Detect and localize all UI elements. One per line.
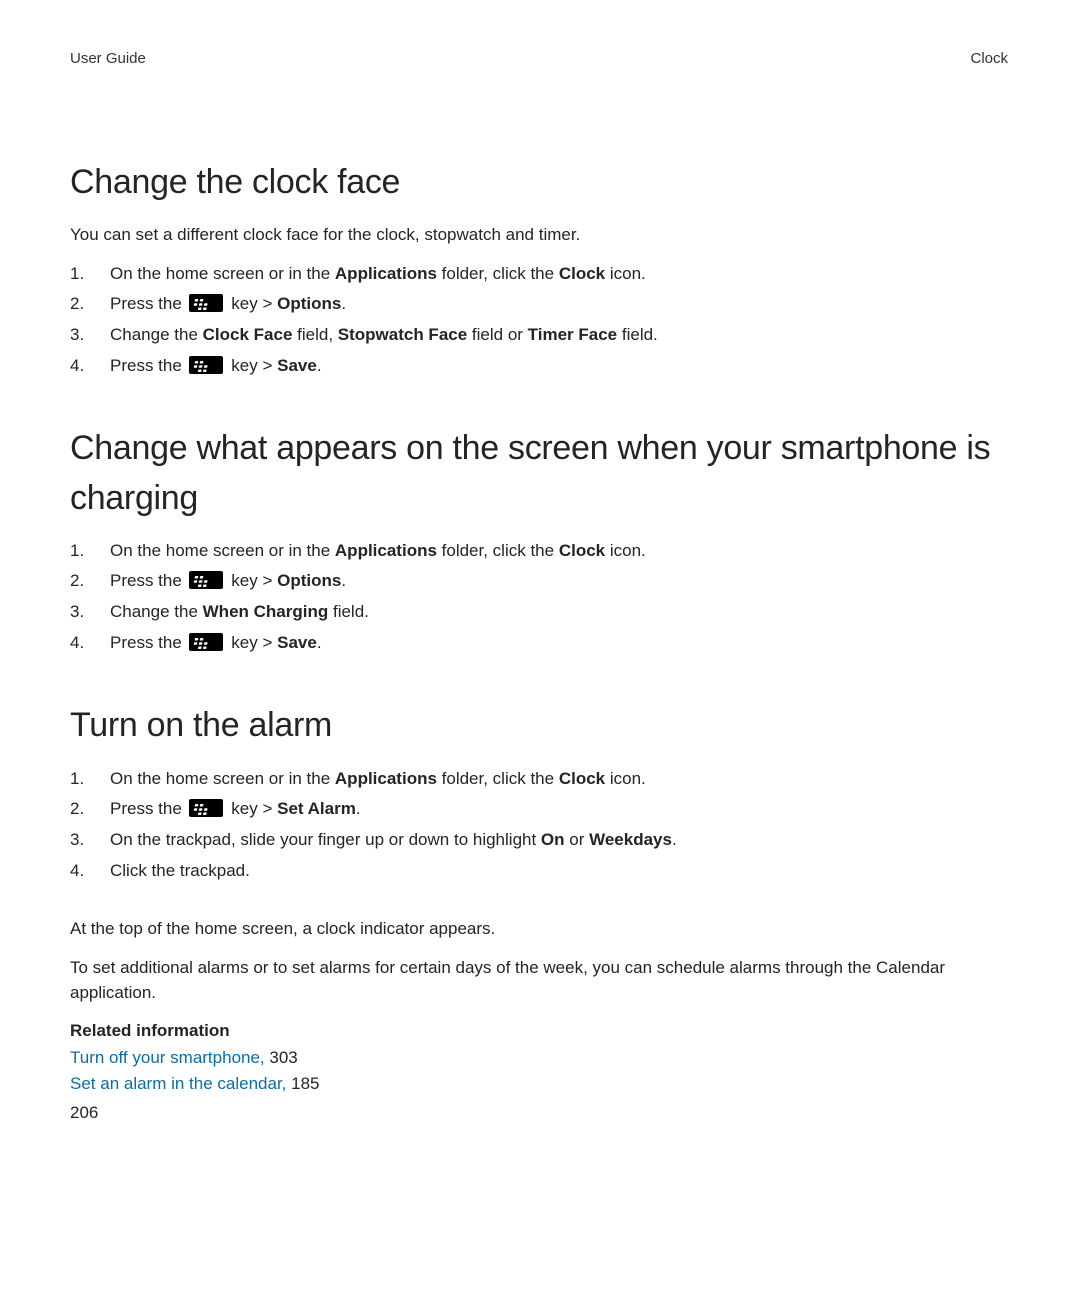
step-item: On the home screen or in the Application… — [70, 539, 1008, 564]
bold-text: Clock — [559, 541, 605, 560]
bold-text: Clock — [559, 264, 605, 283]
bold-text: Save — [277, 356, 317, 375]
step-item: On the home screen or in the Application… — [70, 767, 1008, 792]
header-right: Clock — [970, 48, 1008, 70]
blackberry-key-icon — [189, 799, 223, 817]
step-item: On the home screen or in the Application… — [70, 262, 1008, 287]
related-item: Set an alarm in the calendar, 185 — [70, 1072, 1008, 1097]
bold-text: Clock — [559, 769, 605, 788]
bold-text: Clock Face — [203, 325, 293, 344]
header-left: User Guide — [70, 48, 146, 70]
step-item: Press the key > Options. — [70, 292, 1008, 317]
bold-text: Stopwatch Face — [338, 325, 467, 344]
bold-text: When Charging — [203, 602, 329, 621]
page-number: 206 — [70, 1101, 98, 1126]
bold-text: Options — [277, 294, 341, 313]
section-heading: Turn on the alarm — [70, 701, 1008, 750]
blackberry-key-icon — [189, 633, 223, 651]
blackberry-key-icon — [189, 356, 223, 374]
bold-text: Applications — [335, 541, 437, 560]
body-paragraph: To set additional alarms or to set alarm… — [70, 956, 1008, 1005]
bold-text: Weekdays — [589, 830, 672, 849]
step-item: Change the When Charging field. — [70, 600, 1008, 625]
page-header: User Guide Clock — [70, 48, 1008, 70]
blackberry-key-icon — [189, 294, 223, 312]
bold-text: Save — [277, 633, 317, 652]
blackberry-key-icon — [189, 571, 223, 589]
step-item: Press the key > Save. — [70, 354, 1008, 379]
step-list: On the home screen or in the Application… — [70, 767, 1008, 884]
step-item: Press the key > Options. — [70, 569, 1008, 594]
step-list: On the home screen or in the Application… — [70, 262, 1008, 379]
step-item: Press the key > Save. — [70, 631, 1008, 656]
bold-text: Applications — [335, 769, 437, 788]
step-item: Press the key > Set Alarm. — [70, 797, 1008, 822]
related-link[interactable]: Set an alarm in the calendar, — [70, 1074, 286, 1093]
related-heading: Related information — [70, 1019, 1008, 1044]
section-intro: You can set a different clock face for t… — [70, 223, 1008, 248]
related-link[interactable]: Turn off your smartphone, — [70, 1048, 265, 1067]
bold-text: Timer Face — [528, 325, 617, 344]
bold-text: On — [541, 830, 565, 849]
bold-text: Options — [277, 571, 341, 590]
body-paragraph: At the top of the home screen, a clock i… — [70, 917, 1008, 942]
step-item: Click the trackpad. — [70, 859, 1008, 884]
bold-text: Applications — [335, 264, 437, 283]
step-list: On the home screen or in the Application… — [70, 539, 1008, 656]
section-heading: Change the clock face — [70, 158, 1008, 207]
section-heading: Change what appears on the screen when y… — [70, 424, 1008, 523]
step-item: Change the Clock Face field, Stopwatch F… — [70, 323, 1008, 348]
related-item: Turn off your smartphone, 303 — [70, 1046, 1008, 1071]
bold-text: Set Alarm — [277, 799, 356, 818]
step-item: On the trackpad, slide your finger up or… — [70, 828, 1008, 853]
page-content: Change the clock face You can set a diffe… — [70, 158, 1008, 1097]
